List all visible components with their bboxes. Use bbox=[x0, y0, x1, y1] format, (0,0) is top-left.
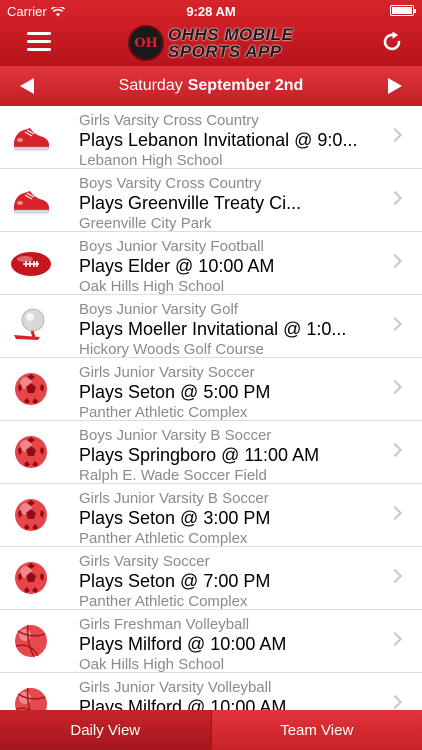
hamburger-line bbox=[27, 48, 51, 51]
event-row[interactable]: Boys Junior Varsity Golf Plays Moeller In… bbox=[0, 295, 422, 358]
event-title: Plays Lebanon Invitational @ 9:0... bbox=[79, 130, 358, 150]
status-bar: Carrier 9:28 AM bbox=[0, 0, 422, 22]
event-title: Plays Seton @ 7:00 PM bbox=[79, 571, 271, 591]
event-text: Girls Varsity Soccer Plays Seton @ 7:00 P… bbox=[79, 552, 382, 611]
chevron-right-icon bbox=[387, 568, 403, 584]
logo-text: OHHS MOBILE SPORTS APP bbox=[168, 26, 293, 60]
event-location: Greenville City Park bbox=[79, 215, 212, 232]
running-shoe-icon bbox=[10, 181, 52, 219]
event-title: Plays Moeller Invitational @ 1:0... bbox=[79, 319, 347, 339]
event-location: Panther Athletic Complex bbox=[79, 404, 248, 421]
event-team: Girls Varsity Cross Country bbox=[79, 112, 259, 129]
event-row[interactable]: Boys Junior Varsity Football Plays Elder … bbox=[0, 232, 422, 295]
soccer-ball-icon bbox=[10, 496, 52, 534]
next-day-arrow-icon[interactable] bbox=[388, 78, 402, 94]
event-text: Girls Junior Varsity Soccer Plays Seton @… bbox=[79, 363, 382, 422]
date-label: September 2nd bbox=[187, 77, 304, 94]
event-team: Boys Junior Varsity Football bbox=[79, 238, 264, 255]
golf-ball-icon bbox=[10, 307, 52, 345]
previous-day-arrow-icon[interactable] bbox=[20, 78, 34, 94]
event-row[interactable]: Girls Junior Varsity Soccer Plays Seton @… bbox=[0, 358, 422, 421]
event-team: Boys Varsity Cross Country bbox=[79, 175, 262, 192]
chevron-right-icon bbox=[387, 127, 403, 143]
date-bar: Saturday September 2nd bbox=[0, 66, 422, 106]
event-location: Ralph E. Wade Soccer Field bbox=[79, 467, 267, 484]
event-text: Boys Varsity Cross Country Plays Greenvil… bbox=[79, 174, 382, 233]
event-row[interactable]: Girls Varsity Soccer Plays Seton @ 7:00 P… bbox=[0, 547, 422, 610]
tab-team-view[interactable]: Team View bbox=[210, 710, 422, 750]
event-title: Plays Elder @ 10:00 AM bbox=[79, 256, 275, 276]
event-team: Girls Junior Varsity B Soccer bbox=[79, 490, 269, 507]
event-team: Boys Junior Varsity B Soccer bbox=[79, 427, 272, 444]
soccer-ball-icon bbox=[10, 370, 52, 408]
chevron-right-icon bbox=[387, 379, 403, 395]
chevron-right-icon bbox=[387, 253, 403, 269]
menu-button[interactable] bbox=[27, 32, 51, 52]
event-location: Hickory Woods Golf Course bbox=[79, 341, 264, 358]
logo-line-2: SPORTS APP bbox=[168, 42, 282, 61]
chevron-right-icon bbox=[387, 505, 403, 521]
event-team: Boys Junior Varsity Golf bbox=[79, 301, 238, 318]
event-text: Girls Freshman Volleyball Plays Milford @… bbox=[79, 615, 382, 674]
soccer-ball-icon bbox=[10, 433, 52, 471]
event-list[interactable]: Girls Varsity Cross Country Plays Lebanon… bbox=[0, 106, 422, 710]
event-team: Girls Junior Varsity Soccer bbox=[79, 364, 255, 381]
event-location: Panther Athletic Complex bbox=[79, 530, 248, 547]
chevron-right-icon bbox=[387, 190, 403, 206]
soccer-ball-icon bbox=[10, 559, 52, 597]
event-title: Plays Seton @ 3:00 PM bbox=[79, 508, 271, 528]
event-title: Plays Seton @ 5:00 PM bbox=[79, 382, 271, 402]
chevron-right-icon bbox=[387, 316, 403, 332]
app-logo: OH OHHS MOBILE SPORTS APP bbox=[128, 24, 293, 62]
hamburger-icon bbox=[27, 32, 51, 35]
event-location: Oak Hills High School bbox=[79, 656, 225, 673]
event-row[interactable]: Boys Junior Varsity B Soccer Plays Spring… bbox=[0, 421, 422, 484]
event-title: Plays Milford @ 10:00 AM bbox=[79, 634, 287, 654]
date-weekday: Saturday bbox=[118, 77, 183, 94]
chevron-right-icon bbox=[387, 442, 403, 458]
refresh-icon[interactable] bbox=[380, 30, 404, 54]
event-text: Girls Varsity Cross Country Plays Lebanon… bbox=[79, 111, 382, 170]
event-row[interactable]: Boys Varsity Cross Country Plays Greenvil… bbox=[0, 169, 422, 232]
volleyball-icon bbox=[10, 622, 52, 660]
chevron-right-icon bbox=[387, 631, 403, 647]
school-seal-icon: OH bbox=[128, 25, 164, 61]
event-location: Oak Hills High School bbox=[79, 278, 225, 295]
event-team: Girls Varsity Soccer bbox=[79, 553, 210, 570]
tab-daily-view[interactable]: Daily View bbox=[0, 710, 211, 750]
event-text: Boys Junior Varsity B Soccer Plays Spring… bbox=[79, 426, 382, 485]
event-location: Panther Athletic Complex bbox=[79, 593, 248, 610]
event-team: Girls Freshman Volleyball bbox=[79, 616, 250, 633]
event-row[interactable]: Girls Varsity Cross Country Plays Lebanon… bbox=[0, 106, 422, 169]
event-text: Boys Junior Varsity Golf Plays Moeller In… bbox=[79, 300, 382, 359]
event-row[interactable]: Girls Junior Varsity B Soccer Plays Seton… bbox=[0, 484, 422, 547]
event-location: Lebanon High School bbox=[79, 152, 223, 169]
status-time: 9:28 AM bbox=[186, 4, 236, 19]
event-text: Boys Junior Varsity Football Plays Elder … bbox=[79, 237, 382, 296]
logo-line-1: OHHS MOBILE bbox=[168, 25, 294, 44]
event-text: Girls Junior Varsity B Soccer Plays Seton… bbox=[79, 489, 382, 548]
running-shoe-icon bbox=[10, 118, 52, 156]
event-row[interactable]: Girls Junior Varsity Volleyball Plays Mil… bbox=[0, 673, 422, 710]
event-team: Girls Junior Varsity Volleyball bbox=[79, 679, 272, 696]
event-row[interactable]: Girls Freshman Volleyball Plays Milford @… bbox=[0, 610, 422, 673]
hamburger-line bbox=[27, 40, 51, 43]
event-text: Girls Junior Varsity Volleyball Plays Mil… bbox=[79, 678, 382, 710]
chevron-right-icon bbox=[387, 694, 403, 710]
tab-bar: Daily View Team View bbox=[0, 710, 422, 750]
app-header: Carrier 9:28 AM OH OHHS MOBILE SPORTS AP… bbox=[0, 0, 422, 66]
event-title: Plays Milford @ 10:00 AM bbox=[79, 697, 287, 710]
battery-icon bbox=[390, 5, 416, 16]
event-title: Plays Greenville Treaty Ci... bbox=[79, 193, 302, 213]
football-icon bbox=[10, 244, 52, 282]
volleyball-icon bbox=[10, 685, 52, 710]
event-title: Plays Springboro @ 11:00 AM bbox=[79, 445, 320, 465]
